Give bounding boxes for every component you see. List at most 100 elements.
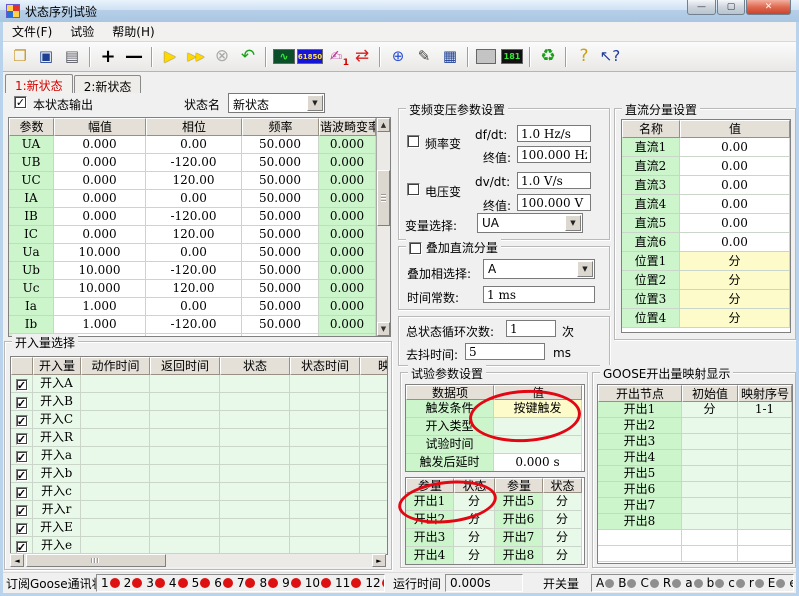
parameter-table-scrollbar[interactable]: ▲ ▼	[376, 118, 390, 336]
dc-superimpose-checkbox[interactable]	[409, 242, 422, 255]
zoom-button[interactable]: ⊕	[385, 45, 411, 69]
goose-row[interactable]: 开出1分1-1	[598, 402, 792, 418]
goose-row[interactable]: 开出4	[598, 450, 792, 466]
param-row[interactable]: Ua10.0000.0050.0000.000	[9, 244, 376, 262]
param-row[interactable]: UB0.000-120.0050.0000.000	[9, 154, 376, 172]
blank-button[interactable]	[473, 45, 499, 69]
remove-button[interactable]: —	[121, 45, 147, 69]
cycles-input[interactable]	[506, 320, 556, 337]
scroll-thumb[interactable]	[377, 170, 390, 226]
chevron-down-icon[interactable]: ▼	[565, 215, 581, 231]
input-row[interactable]: 开入a	[11, 447, 387, 465]
dc-row[interactable]: 直流40.00	[622, 195, 790, 214]
freq-variation-checkbox[interactable]	[407, 135, 420, 148]
sync-button[interactable]: ♻	[535, 45, 561, 69]
scroll-right-icon[interactable]: ►	[372, 554, 386, 567]
goose-row[interactable]: 开出6	[598, 482, 792, 498]
state-name-select[interactable]: 新状态 ▼	[228, 93, 325, 113]
goose-row[interactable]: 开出2	[598, 418, 792, 434]
input-row-checkbox[interactable]	[16, 487, 28, 499]
maximize-button[interactable]: ▢	[717, 0, 745, 15]
close-button[interactable]: ✕	[746, 0, 791, 15]
debounce-input[interactable]	[465, 343, 545, 360]
param-row[interactable]: Ib1.000-120.0050.0000.000	[9, 316, 376, 334]
add-button[interactable]: +	[95, 45, 121, 69]
input-row[interactable]: 开入C	[11, 411, 387, 429]
volt-variation-checkbox[interactable]	[407, 183, 420, 196]
input-row-checkbox[interactable]	[16, 541, 28, 553]
hscroll-thumb[interactable]	[26, 554, 166, 567]
input-row[interactable]: 开入R	[11, 429, 387, 447]
context-help-button[interactable]: ↖?	[597, 45, 623, 69]
goose-row[interactable]: 开出3	[598, 434, 792, 450]
phase-select[interactable]: A ▼	[483, 259, 595, 279]
open-button[interactable]: ❐	[7, 45, 33, 69]
input-row[interactable]: 开入r	[11, 501, 387, 519]
dc-row[interactable]: 直流10.00	[622, 138, 790, 157]
menu-item-0[interactable]: 文件(F)	[3, 22, 61, 42]
dc-row[interactable]: 直流60.00	[622, 233, 790, 252]
volt-end-input[interactable]	[517, 194, 591, 211]
save-button[interactable]: ▣	[33, 45, 59, 69]
dc-row[interactable]: 直流30.00	[622, 176, 790, 195]
input-row-checkbox[interactable]	[16, 379, 28, 391]
scroll-down-icon[interactable]: ▼	[377, 322, 390, 336]
phasor-button[interactable]: ⇄	[349, 45, 375, 69]
menu-item-2[interactable]: 帮助(H)	[103, 22, 163, 42]
dvdt-input[interactable]	[517, 172, 591, 189]
param-row[interactable]: IC0.000120.0050.0000.000	[9, 226, 376, 244]
waveform-button[interactable]: ∿	[271, 45, 297, 69]
variable-select[interactable]: UA ▼	[477, 213, 583, 233]
param-row[interactable]: Ia1.0000.0050.0000.000	[9, 298, 376, 316]
display-181-button[interactable]: 181	[499, 45, 525, 69]
input-row[interactable]: 开入b	[11, 465, 387, 483]
message-1-button[interactable]: ✍1	[323, 45, 349, 69]
param-row[interactable]: IA0.0000.0050.0000.000	[9, 190, 376, 208]
run-continuous-button[interactable]: ▶▶	[183, 45, 209, 69]
dc-row[interactable]: 位置1分	[622, 252, 790, 271]
input-row[interactable]: 开入A	[11, 375, 387, 393]
calculator-button[interactable]: ▦	[437, 45, 463, 69]
input-row-checkbox[interactable]	[16, 433, 28, 445]
chevron-down-icon[interactable]: ▼	[577, 261, 593, 277]
goose-row[interactable]: 开出8	[598, 514, 792, 530]
param-row[interactable]: UA0.0000.0050.0000.000	[9, 136, 376, 154]
tab-1[interactable]: 1:新状态	[5, 74, 73, 93]
output-state-row[interactable]: 开出3分开出7分	[406, 529, 584, 547]
chevron-down-icon[interactable]: ▼	[307, 95, 323, 111]
input-row-checkbox[interactable]	[16, 505, 28, 517]
dc-row[interactable]: 位置2分	[622, 271, 790, 290]
iec61850-button[interactable]: 61850	[297, 45, 323, 69]
goose-row[interactable]	[598, 546, 792, 562]
print-button[interactable]: ▤	[59, 45, 85, 69]
param-row[interactable]: IB0.000-120.0050.0000.000	[9, 208, 376, 226]
stop-button[interactable]: ⊗	[209, 45, 235, 69]
goose-row[interactable]	[598, 530, 792, 546]
input-row-checkbox[interactable]	[16, 397, 28, 409]
input-row-checkbox[interactable]	[16, 415, 28, 427]
goose-row[interactable]: 开出5	[598, 466, 792, 482]
input-table-hscrollbar[interactable]: ◄ ►	[10, 553, 386, 567]
help-button[interactable]: ?	[571, 45, 597, 69]
freq-end-input[interactable]	[517, 146, 591, 163]
input-row-checkbox[interactable]	[16, 523, 28, 535]
minimize-button[interactable]: —	[687, 0, 716, 15]
input-row[interactable]: 开入B	[11, 393, 387, 411]
dc-row[interactable]: 直流50.00	[622, 214, 790, 233]
dc-row[interactable]: 位置3分	[622, 290, 790, 309]
input-row-checkbox[interactable]	[16, 451, 28, 463]
param-row[interactable]: Uc10.000120.0050.0000.000	[9, 280, 376, 298]
input-row[interactable]: 开入E	[11, 519, 387, 537]
dc-row[interactable]: 直流20.00	[622, 157, 790, 176]
scroll-left-icon[interactable]: ◄	[10, 554, 24, 567]
time-constant-input[interactable]	[483, 286, 595, 303]
menu-item-1[interactable]: 试验	[61, 22, 103, 42]
dc-row[interactable]: 位置4分	[622, 309, 790, 328]
param-row[interactable]: Ub10.000-120.0050.0000.000	[9, 262, 376, 280]
input-row[interactable]: 开入c	[11, 483, 387, 501]
param-row[interactable]: UC0.000120.0050.0000.000	[9, 172, 376, 190]
goose-row[interactable]: 开出7	[598, 498, 792, 514]
run-button[interactable]: ▶	[157, 45, 183, 69]
scroll-up-icon[interactable]: ▲	[377, 118, 390, 132]
state-output-checkbox[interactable]	[14, 96, 27, 109]
